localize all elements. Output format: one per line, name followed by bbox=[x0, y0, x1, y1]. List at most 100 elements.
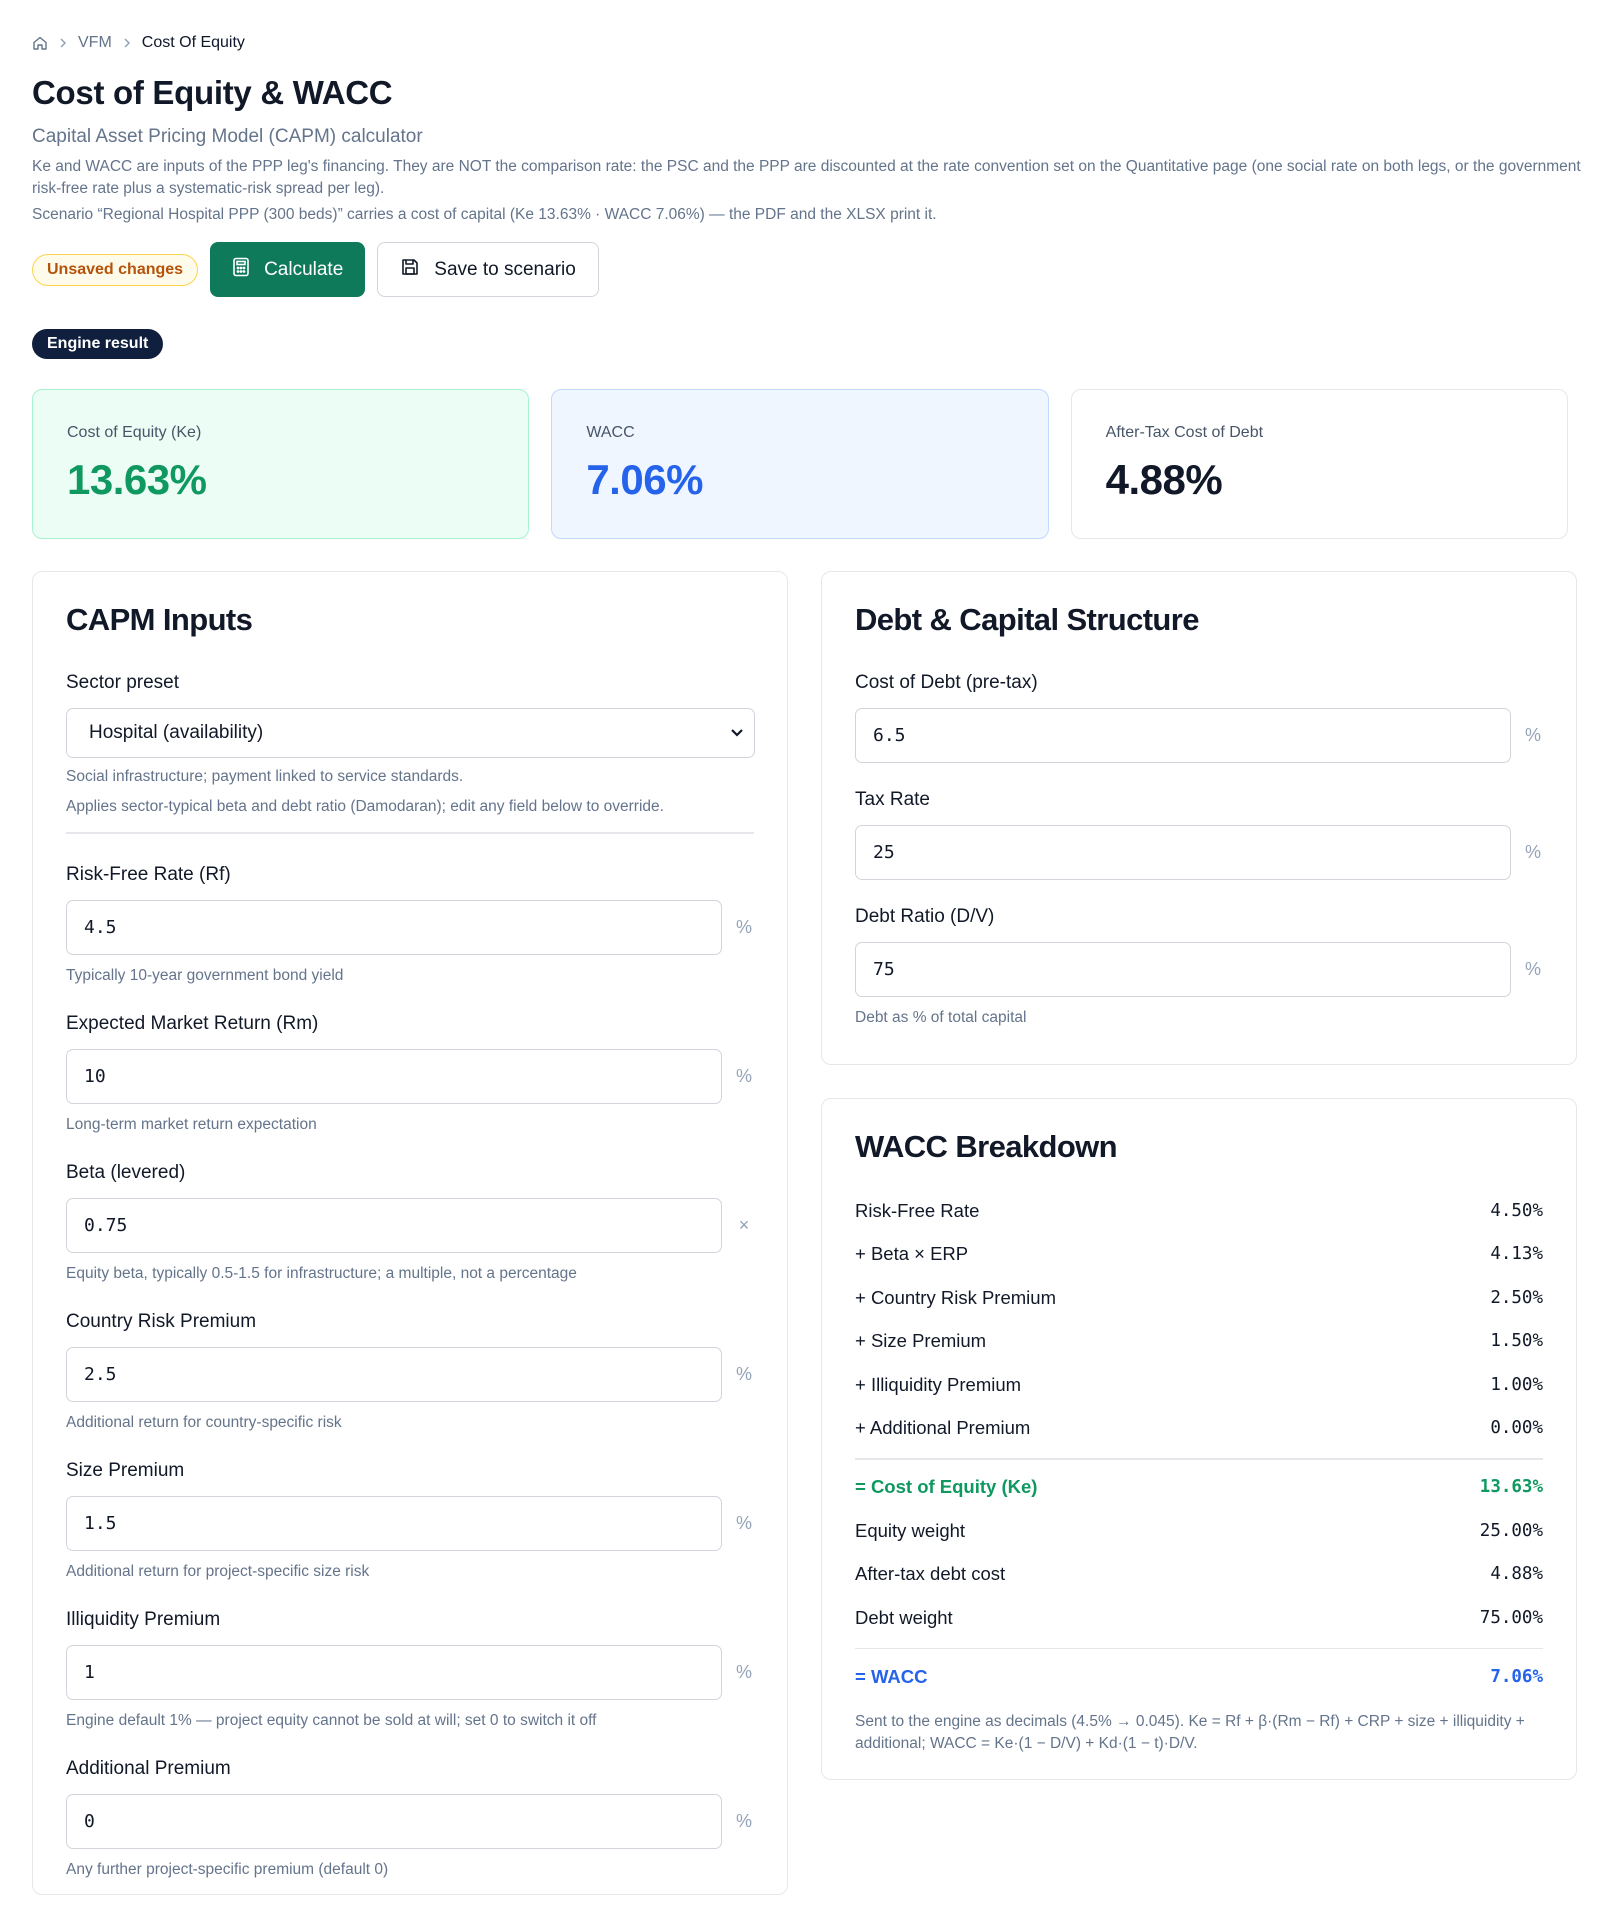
illiquidity-premium-label: Illiquidity Premium bbox=[66, 1608, 221, 1630]
percent-unit: % bbox=[1525, 959, 1542, 979]
calculate-label: Calculate bbox=[264, 258, 344, 280]
row-label: After-tax debt cost bbox=[855, 1563, 1006, 1585]
content-columns: CAPM Inputs Sector preset Hospital (avai… bbox=[32, 571, 1577, 1895]
row-value: 1.50% bbox=[1490, 1331, 1543, 1352]
page: VFM Cost Of Equity Cost of Equity & WACC… bbox=[0, 0, 1600, 1916]
percent-unit: % bbox=[1525, 725, 1542, 745]
card-title: WACC Breakdown bbox=[855, 1129, 1118, 1164]
right-column: Debt & Capital Structure Cost of Debt (p… bbox=[821, 571, 1577, 1780]
breakdown-row: + Additional Premium 0.00% bbox=[855, 1407, 1543, 1451]
kpi-label: After-Tax Cost of Debt bbox=[1105, 424, 1264, 441]
breakdown-wacc-total: = WACC 7.06% bbox=[855, 1655, 1543, 1699]
breakdown-row: Debt weight 75.00% bbox=[855, 1596, 1543, 1640]
chevron-right-icon bbox=[58, 37, 68, 49]
kpi-label: WACC bbox=[586, 424, 635, 441]
page-title: Cost of Equity & WACC bbox=[32, 74, 393, 111]
multiple-unit: × bbox=[738, 1214, 750, 1235]
kpi-cost-of-equity: Cost of Equity (Ke) 13.63% bbox=[32, 389, 530, 539]
debt-ratio-help: Debt as % of total capital bbox=[855, 1009, 1027, 1026]
sector-preset-label: Sector preset bbox=[66, 672, 179, 693]
breakdown-row: After-tax debt cost 4.88% bbox=[855, 1553, 1543, 1597]
row-value: 75.00% bbox=[1479, 1607, 1543, 1628]
breadcrumb-vfm[interactable]: VFM bbox=[78, 34, 112, 52]
sector-preset-select[interactable]: Hospital (availability) bbox=[66, 708, 755, 758]
kpi-label: Cost of Equity (Ke) bbox=[67, 424, 202, 441]
home-icon[interactable] bbox=[32, 35, 48, 51]
breadcrumb-current: Cost Of Equity bbox=[141, 34, 245, 51]
kpi-row: Cost of Equity (Ke) 13.63% WACC 7.06% Af… bbox=[32, 389, 1568, 539]
cost-of-debt-input[interactable]: 6.5 bbox=[855, 708, 1512, 763]
rf-help: Typically 10-year government bond yield bbox=[66, 966, 344, 984]
breakdown-list: Risk-Free Rate 4.50% + Beta × ERP 4.13% + … bbox=[855, 1189, 1543, 1699]
crp-help: Additional return for country-specific r… bbox=[66, 1413, 342, 1431]
save-to-scenario-button[interactable]: Save to scenario bbox=[377, 242, 599, 297]
breakdown-row: Equity weight 25.00% bbox=[855, 1509, 1543, 1553]
breakdown-row: + Size Premium 1.50% bbox=[855, 1320, 1543, 1364]
size-premium-help: Additional return for project-specific s… bbox=[66, 1562, 370, 1580]
rf-label: Risk-Free Rate (Rf) bbox=[66, 863, 231, 885]
kpi-value: 13.63% bbox=[67, 456, 207, 503]
cost-of-debt-label: Cost of Debt (pre-tax) bbox=[855, 672, 1038, 693]
percent-unit: % bbox=[736, 1661, 753, 1682]
row-value: 13.63% bbox=[1479, 1477, 1543, 1498]
illiquidity-premium-help: Engine default 1% — project equity canno… bbox=[66, 1711, 597, 1729]
breakdown-row: + Illiquidity Premium 1.00% bbox=[855, 1363, 1543, 1407]
row-value: 0.00% bbox=[1490, 1418, 1543, 1439]
tax-rate-label: Tax Rate bbox=[855, 789, 930, 810]
tax-rate-input[interactable]: 25 bbox=[855, 825, 1512, 880]
breakdown-row: Risk-Free Rate 4.50% bbox=[855, 1189, 1543, 1233]
breakdown-row: + Country Risk Premium 2.50% bbox=[855, 1276, 1543, 1320]
page-description: Ke and WACC are inputs of the PPP leg's … bbox=[32, 158, 1581, 197]
calculate-button[interactable]: Calculate bbox=[210, 242, 366, 297]
row-label: + Country Risk Premium bbox=[855, 1286, 1056, 1308]
row-label: Risk-Free Rate bbox=[855, 1199, 980, 1221]
row-label: Debt weight bbox=[855, 1606, 953, 1628]
additional-premium-label: Additional Premium bbox=[66, 1757, 231, 1779]
kpi-wacc: WACC 7.06% bbox=[551, 389, 1049, 539]
rf-input[interactable]: 4.5 bbox=[66, 899, 723, 955]
sector-help: Applies sector-typical beta and debt rat… bbox=[66, 798, 664, 815]
percent-unit: % bbox=[736, 916, 753, 937]
row-value: 7.06% bbox=[1490, 1666, 1543, 1687]
size-premium-input[interactable]: 1.5 bbox=[66, 1495, 723, 1551]
kpi-after-tax-cost-of-debt: After-Tax Cost of Debt 4.88% bbox=[1070, 389, 1568, 539]
percent-unit: % bbox=[1525, 842, 1542, 862]
row-label: = Cost of Equity (Ke) bbox=[855, 1476, 1038, 1498]
kpi-value: 7.06% bbox=[586, 456, 703, 503]
row-value: 4.88% bbox=[1490, 1564, 1543, 1585]
card-title: Debt & Capital Structure bbox=[855, 602, 1199, 637]
action-bar: Unsaved changes Calculate Save to scenar… bbox=[32, 242, 1568, 297]
chevron-right-icon bbox=[122, 37, 132, 49]
row-value: 4.13% bbox=[1490, 1244, 1543, 1265]
formula-note: Sent to the engine as decimals (4.5% → 0… bbox=[855, 1712, 1525, 1752]
debt-ratio-input[interactable]: 75 bbox=[855, 942, 1512, 997]
row-value: 2.50% bbox=[1490, 1287, 1543, 1308]
row-value: 25.00% bbox=[1479, 1520, 1543, 1541]
divider bbox=[855, 1458, 1543, 1460]
crp-input[interactable]: 2.5 bbox=[66, 1346, 723, 1402]
row-label: + Beta × ERP bbox=[855, 1243, 969, 1265]
breakdown-row: + Beta × ERP 4.13% bbox=[855, 1233, 1543, 1277]
illiquidity-premium-input[interactable]: 1 bbox=[66, 1644, 723, 1700]
row-value: 4.50% bbox=[1490, 1200, 1543, 1221]
unsaved-changes-badge: Unsaved changes bbox=[32, 253, 199, 286]
row-label: + Illiquidity Premium bbox=[855, 1373, 1022, 1395]
rm-input[interactable]: 10 bbox=[66, 1048, 723, 1104]
breadcrumb: VFM Cost Of Equity bbox=[32, 32, 1568, 54]
capm-inputs-card: CAPM Inputs Sector preset Hospital (avai… bbox=[32, 571, 788, 1895]
beta-input[interactable]: 0.75 bbox=[66, 1197, 723, 1253]
scenario-note: Scenario “Regional Hospital PPP (300 bed… bbox=[32, 206, 937, 223]
beta-help: Equity beta, typically 0.5-1.5 for infra… bbox=[66, 1264, 577, 1282]
divider bbox=[66, 832, 754, 834]
save-label: Save to scenario bbox=[434, 258, 576, 280]
row-label: + Additional Premium bbox=[855, 1417, 1031, 1439]
row-label: = WACC bbox=[855, 1665, 928, 1687]
engine-result-badge: Engine result bbox=[32, 329, 164, 359]
additional-premium-input[interactable]: 0 bbox=[66, 1793, 723, 1849]
sector-preset-value: Hospital (availability) bbox=[89, 722, 264, 743]
percent-unit: % bbox=[736, 1512, 753, 1533]
save-icon bbox=[400, 257, 420, 283]
divider bbox=[855, 1647, 1543, 1649]
debt-ratio-label: Debt Ratio (D/V) bbox=[855, 906, 995, 927]
percent-unit: % bbox=[736, 1065, 753, 1086]
